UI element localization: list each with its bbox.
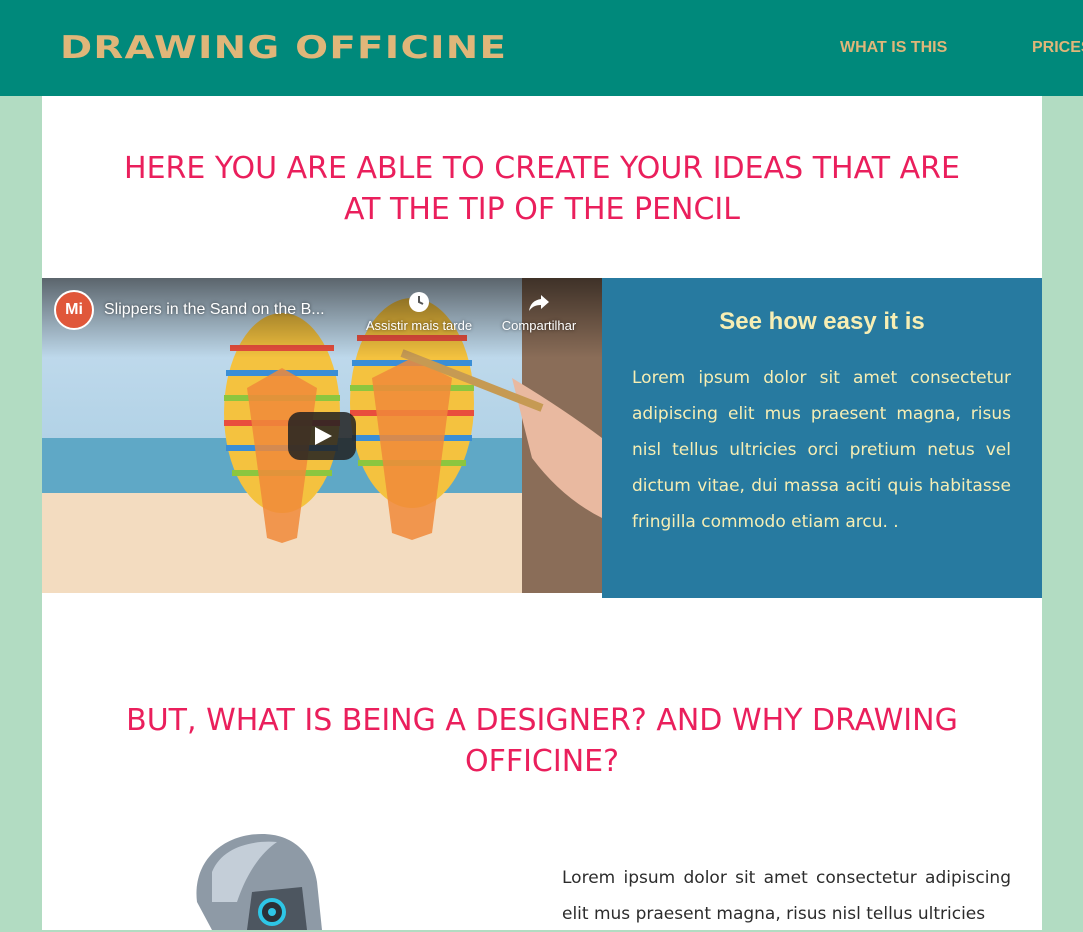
feature-panel: See how easy it is Lorem ipsum dolor sit…	[602, 278, 1042, 598]
clock-icon	[409, 292, 429, 312]
section-body: Lorem ipsum dolor sit amet consectetur a…	[562, 868, 1011, 924]
section-headline: BUT, WHAT IS BEING A DESIGNER? AND WHY D…	[126, 703, 958, 779]
robot-illustration	[196, 834, 322, 930]
share-arrow-icon	[529, 295, 549, 311]
site-logo[interactable]: DRAWING OFFICINE	[60, 30, 507, 66]
hero-headline: HERE YOU ARE ABLE TO CREATE YOUR IDEAS T…	[124, 151, 960, 227]
nav-link-what-is-this[interactable]: WHAT IS THIS	[840, 39, 947, 57]
feature-body: Lorem ipsum dolor sit amet consectetur a…	[632, 368, 1011, 532]
watch-later-button[interactable]: Assistir mais tarde	[359, 290, 479, 333]
share-label: Compartilhar	[501, 318, 577, 333]
watch-later-label: Assistir mais tarde	[365, 318, 473, 333]
play-button[interactable]	[288, 412, 356, 460]
video-player[interactable]: Mi Slippers in the Sand on the B... Assi…	[42, 278, 602, 593]
main-content: HERE YOU ARE ABLE TO CREATE YOUR IDEAS T…	[42, 96, 1042, 930]
share-button[interactable]: Compartilhar	[479, 290, 599, 333]
video-title[interactable]: Slippers in the Sand on the B...	[104, 301, 325, 319]
channel-avatar[interactable]: Mi	[54, 290, 94, 330]
site-header: DRAWING OFFICINE WHAT IS THIS PRICES	[0, 0, 1083, 96]
nav-link-prices[interactable]: PRICES	[1032, 39, 1083, 57]
feature-title: See how easy it is	[719, 308, 925, 335]
